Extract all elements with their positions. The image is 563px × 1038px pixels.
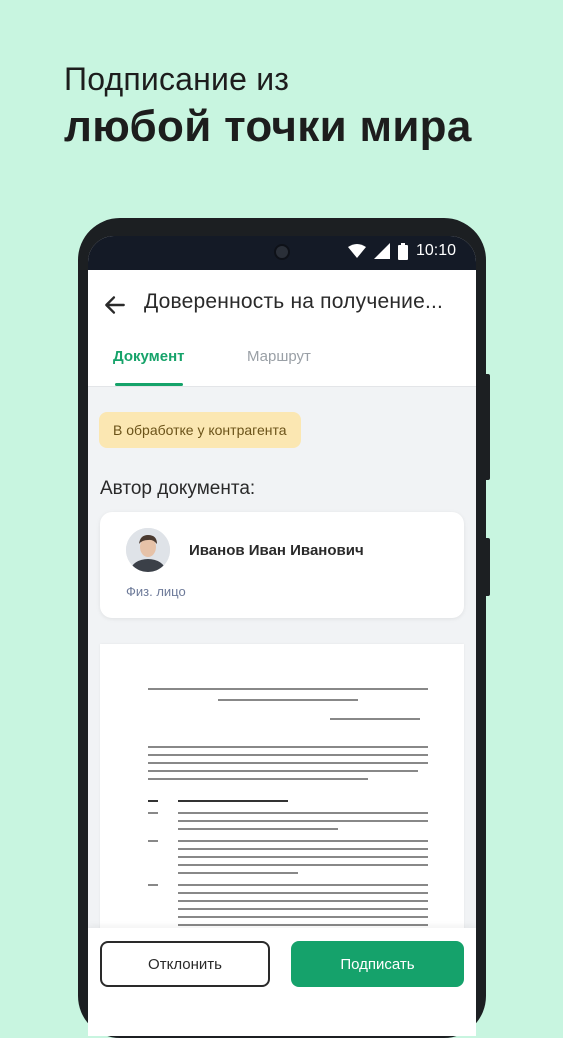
doc-text-line [148, 688, 428, 690]
battery-icon [397, 242, 408, 260]
app-bar: Доверенность на получение... [88, 270, 476, 340]
doc-text-line [148, 746, 428, 748]
author-section-title: Автор документа: [100, 478, 256, 499]
doc-text-line [178, 848, 428, 850]
wifi-icon [347, 244, 366, 258]
doc-text-line [178, 908, 428, 910]
phone-screen: 10:10 Доверенность на получение... Докум… [88, 236, 476, 1036]
doc-text-line [330, 718, 420, 720]
signal-icon [373, 243, 390, 259]
doc-text-line [178, 924, 428, 926]
promo-line-1: Подписание из [64, 61, 290, 97]
doc-text-line [178, 820, 428, 822]
active-tab-indicator [115, 383, 183, 386]
doc-text-line [148, 884, 158, 886]
page-title: Доверенность на получение... [144, 290, 444, 313]
doc-text-line [148, 812, 158, 814]
author-type: Физ. лицо [126, 584, 186, 599]
tab-route[interactable]: Маршрут [247, 348, 311, 365]
tab-document[interactable]: Документ [113, 348, 185, 365]
doc-text-line [178, 892, 428, 894]
back-arrow-icon[interactable] [102, 292, 128, 318]
promo-headline: Подписание из любой точки мира [64, 60, 472, 154]
status-bar: 10:10 [88, 236, 476, 270]
status-icons: 10:10 [347, 242, 456, 260]
doc-text-line [218, 699, 358, 701]
doc-text-line [178, 812, 428, 814]
doc-text-line [178, 916, 428, 918]
doc-text-line [178, 828, 338, 830]
doc-text-line [178, 856, 428, 858]
doc-text-line [148, 762, 428, 764]
doc-text-line [178, 872, 298, 874]
doc-text-line [148, 770, 418, 772]
doc-text-line [148, 840, 158, 842]
action-bar: Отклонить Подписать [88, 928, 476, 1036]
status-time: 10:10 [415, 242, 456, 259]
sign-button[interactable]: Подписать [291, 941, 464, 987]
author-card[interactable]: Иванов Иван Иванович Физ. лицо [100, 512, 464, 618]
status-badge: В обработке у контрагента [99, 412, 301, 448]
doc-text-line [148, 778, 368, 780]
doc-text-line [178, 800, 288, 802]
author-name: Иванов Иван Иванович [189, 542, 364, 559]
phone-power-button [484, 538, 490, 596]
front-camera [274, 244, 290, 260]
doc-text-line [178, 840, 428, 842]
doc-text-line [148, 754, 428, 756]
doc-text-line [178, 864, 428, 866]
reject-button[interactable]: Отклонить [100, 941, 270, 987]
doc-text-line [148, 800, 158, 802]
phone-volume-button [484, 374, 490, 480]
promo-line-2: любой точки мира [64, 102, 472, 151]
doc-text-line [178, 900, 428, 902]
tab-bar: Документ Маршрут [88, 340, 476, 387]
avatar [126, 528, 170, 572]
doc-text-line [178, 884, 428, 886]
